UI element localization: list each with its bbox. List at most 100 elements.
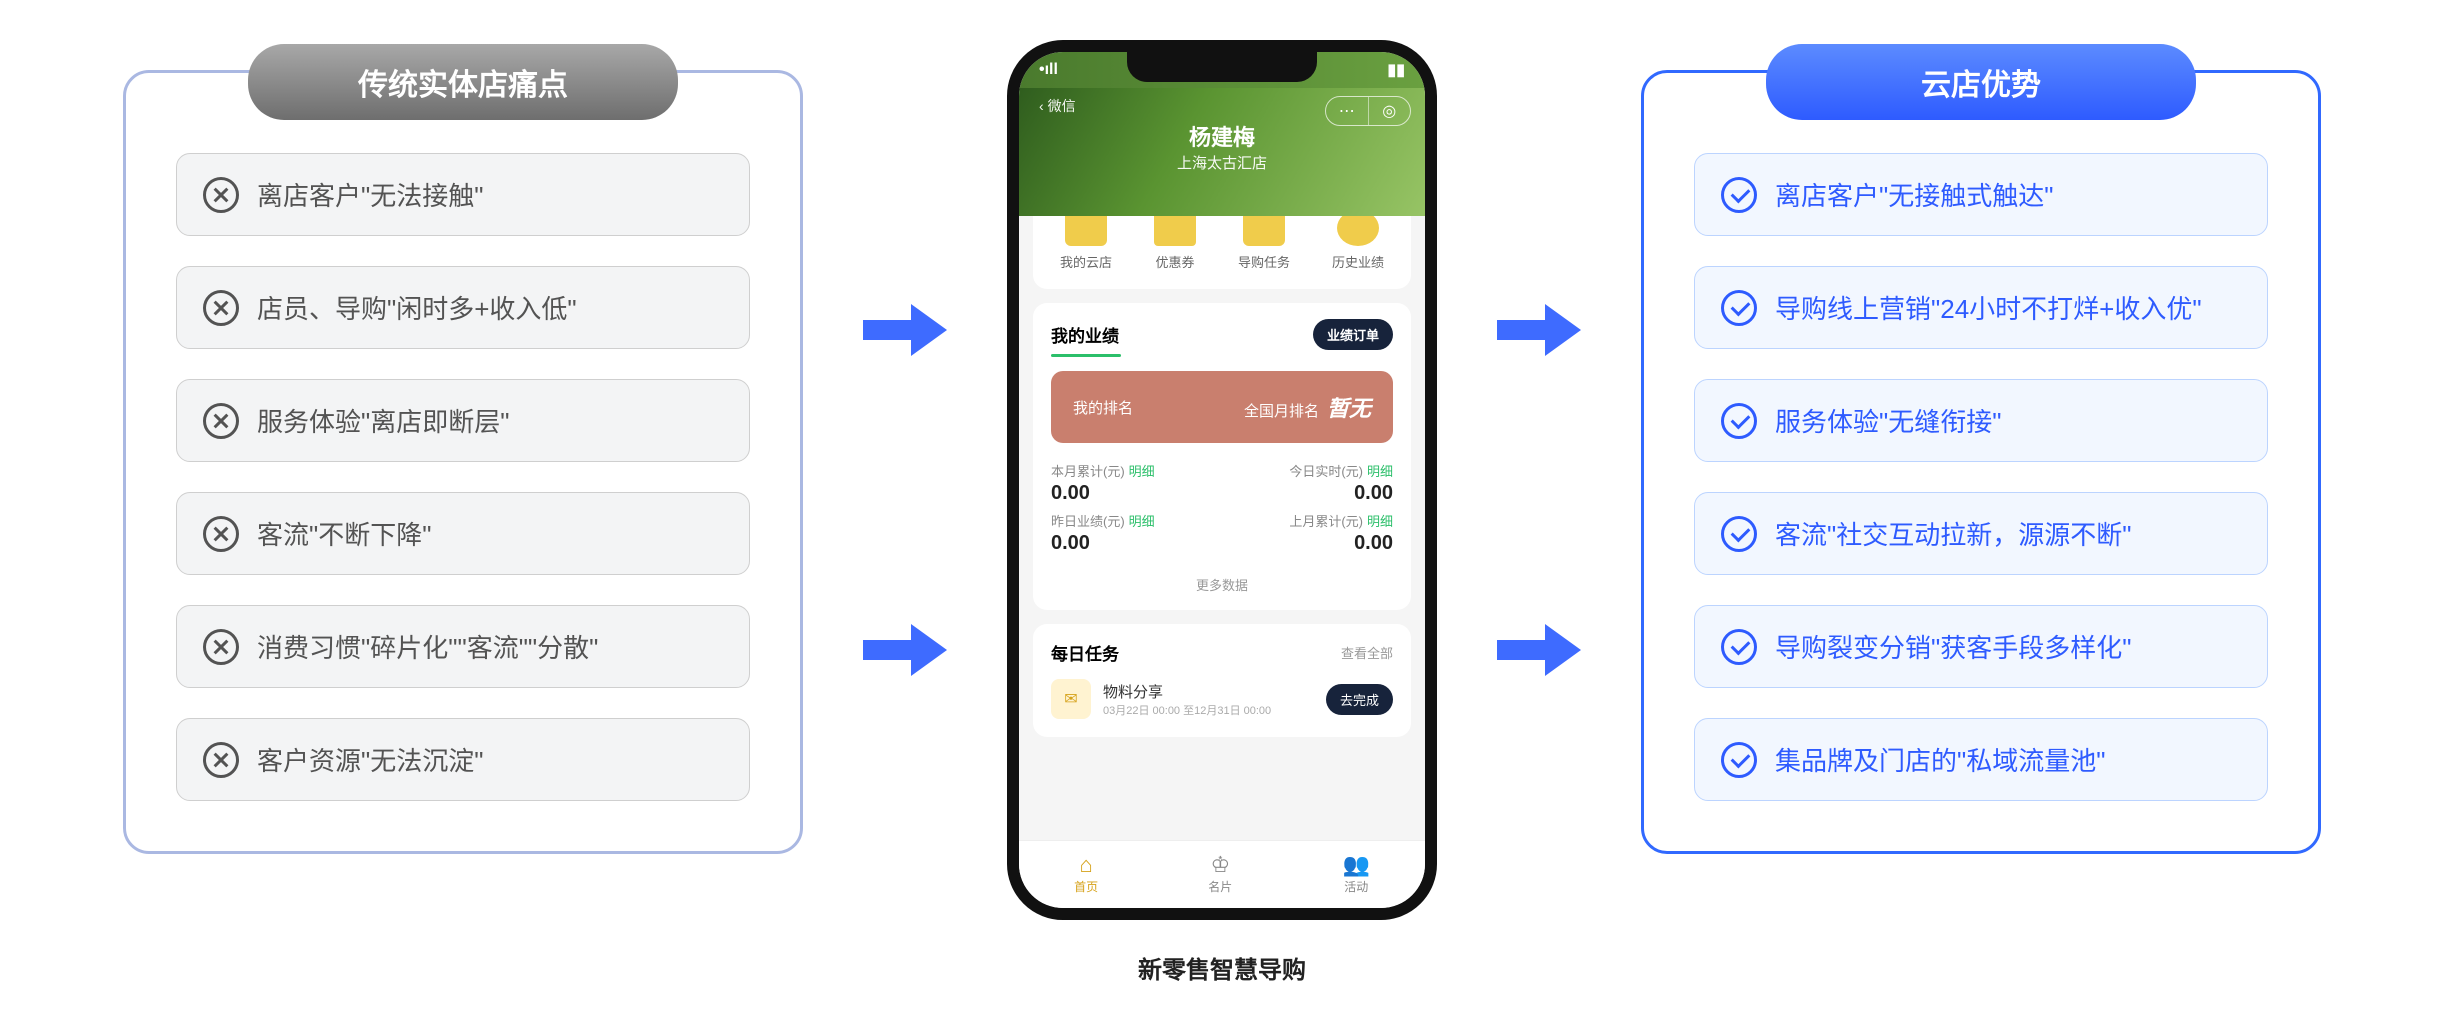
app-header: ‹ 微信 ⋯ ◎ 杨建梅 上海太古汇店 (1019, 88, 1425, 216)
quick-my-store[interactable]: 我的云店 (1060, 216, 1112, 271)
pain-item: 服务体验"离店即断层" (176, 379, 750, 462)
pain-text: 客流"不断下降" (257, 515, 431, 552)
tab-home[interactable]: ⌂ 首页 (1074, 854, 1098, 895)
advantage-text: 集品牌及门店的"私域流量池" (1775, 741, 2105, 778)
arrow-icon (1497, 620, 1581, 680)
pain-item: 离店客户"无法接触" (176, 153, 750, 236)
quick-label: 我的云店 (1060, 252, 1112, 271)
tab-card[interactable]: ♔ 名片 (1208, 854, 1232, 895)
chat-icon: ✉ (1051, 679, 1091, 719)
quick-label: 历史业绩 (1332, 252, 1384, 271)
stat-label: 本月累计(元) (1051, 464, 1125, 479)
view-all-link[interactable]: 查看全部 (1341, 643, 1393, 662)
rank-card[interactable]: 我的排名 全国月排名暂无 (1051, 371, 1393, 443)
daily-task-card: 每日任务 查看全部 ✉ 物料分享 03月22日 00:00 至12月31日 00… (1033, 624, 1411, 737)
tab-activity[interactable]: 👥活动 (1343, 854, 1370, 895)
home-icon: ⌂ (1074, 854, 1098, 876)
title-underline (1051, 354, 1121, 357)
x-icon (203, 403, 239, 439)
list-icon (1243, 216, 1285, 246)
quick-label: 导购任务 (1238, 252, 1290, 271)
stat-yesterday[interactable]: 昨日业绩(元)明细 0.00 (1051, 511, 1217, 555)
status-signal-icon: •ıll (1039, 61, 1058, 79)
quick-history[interactable]: 历史业绩 (1332, 216, 1384, 271)
right-panel-title: 云店优势 (1766, 44, 2196, 120)
advantage-item: 离店客户"无接触式触达" (1694, 153, 2268, 236)
tab-label: 名片 (1208, 878, 1232, 895)
wechat-back-label: 微信 (1048, 96, 1076, 116)
user-store: 上海太古汇店 (1039, 152, 1405, 173)
task-time: 03月22日 00:00 至12月31日 00:00 (1103, 702, 1271, 718)
stat-month[interactable]: 本月累计(元)明细 0.00 (1051, 461, 1217, 505)
quick-actions: 我的云店 优惠券 导购任务 历史业绩 (1033, 216, 1411, 289)
advantage-text: 客流"社交互动拉新，源源不断" (1775, 515, 2131, 552)
rank-value: 暂无 (1327, 396, 1371, 421)
advantage-text: 导购线上营销"24小时不打烊+收入优" (1775, 289, 2202, 326)
pain-text: 客户资源"无法沉淀" (257, 741, 483, 778)
tab-bar: ⌂ 首页 ♔ 名片 👥活动 (1019, 840, 1425, 908)
arrows-right (1497, 40, 1581, 680)
right-panel: 云店优势 离店客户"无接触式触达" 导购线上营销"24小时不打烊+收入优" 服务… (1641, 40, 2321, 854)
capsule-more-icon[interactable]: ⋯ (1326, 97, 1369, 125)
pain-item: 消费习惯"碎片化""客流""分散" (176, 605, 750, 688)
advantage-item: 客流"社交互动拉新，源源不断" (1694, 492, 2268, 575)
check-icon (1721, 742, 1757, 778)
x-icon (203, 629, 239, 665)
quick-coupon[interactable]: 优惠券 (1154, 216, 1196, 271)
rank-scope: 全国月排名 (1244, 403, 1319, 420)
pain-item: 客户资源"无法沉淀" (176, 718, 750, 801)
advantage-item: 导购裂变分销"获客手段多样化" (1694, 605, 2268, 688)
quick-label: 优惠券 (1154, 252, 1196, 271)
pain-text: 离店客户"无法接触" (257, 176, 483, 213)
check-icon (1721, 177, 1757, 213)
stat-last-month[interactable]: 上月累计(元) 明细 0.00 (1227, 511, 1393, 555)
x-icon (203, 516, 239, 552)
check-icon (1721, 290, 1757, 326)
pain-text: 店员、导购"闲时多+收入低" (257, 289, 577, 326)
daily-title: 每日任务 (1051, 640, 1119, 665)
task-name: 物料分享 (1103, 681, 1271, 702)
arrow-icon (863, 620, 947, 680)
stat-detail: 明细 (1367, 464, 1393, 479)
phone-caption: 新零售智慧导购 (1138, 950, 1306, 985)
bag-icon (1065, 216, 1107, 246)
stat-label: 上月累计(元) (1289, 514, 1363, 529)
pain-item: 店员、导购"闲时多+收入低" (176, 266, 750, 349)
arrow-icon (1497, 300, 1581, 360)
task-row: ✉ 物料分享 03月22日 00:00 至12月31日 00:00 去完成 (1033, 675, 1411, 737)
performance-title: 我的业绩 (1051, 322, 1119, 347)
phone-mockup: •ıll 14:36 ▮▮ ‹ 微信 ⋯ ◎ 杨建梅 上海太古汇店 我的云店 优… (1007, 40, 1437, 920)
tab-label: 活动 (1343, 878, 1370, 895)
phone-notch (1127, 52, 1317, 82)
stat-detail: 明细 (1367, 514, 1393, 529)
advantage-text: 离店客户"无接触式触达" (1775, 176, 2053, 213)
task-go-button[interactable]: 去完成 (1326, 684, 1393, 715)
rank-label: 我的排名 (1073, 397, 1133, 418)
piggy-icon (1337, 216, 1379, 246)
advantage-item: 集品牌及门店的"私域流量池" (1694, 718, 2268, 801)
stat-value: 0.00 (1227, 482, 1393, 505)
tab-label: 首页 (1074, 878, 1098, 895)
more-data-link[interactable]: 更多数据 (1033, 565, 1411, 610)
miniprogram-capsule[interactable]: ⋯ ◎ (1325, 96, 1411, 126)
ticket-icon (1154, 216, 1196, 246)
pain-text: 消费习惯"碎片化""客流""分散" (257, 628, 598, 665)
check-icon (1721, 629, 1757, 665)
stat-value: 0.00 (1227, 532, 1393, 555)
x-icon (203, 742, 239, 778)
advantage-item: 导购线上营销"24小时不打烊+收入优" (1694, 266, 2268, 349)
x-icon (203, 290, 239, 326)
stat-label: 昨日业绩(元) (1051, 514, 1125, 529)
stat-today[interactable]: 今日实时(元)明细 0.00 (1227, 461, 1393, 505)
stat-detail: 明细 (1129, 514, 1155, 529)
pain-text: 服务体验"离店即断层" (257, 402, 509, 439)
arrow-icon (863, 300, 947, 360)
check-icon (1721, 516, 1757, 552)
quick-task[interactable]: 导购任务 (1238, 216, 1290, 271)
status-battery-icon: ▮▮ (1387, 60, 1405, 80)
check-icon (1721, 403, 1757, 439)
crown-icon: ♔ (1208, 854, 1232, 876)
x-icon (203, 177, 239, 213)
capsule-close-icon[interactable]: ◎ (1369, 97, 1411, 125)
performance-orders-button[interactable]: 业绩订单 (1313, 319, 1393, 350)
